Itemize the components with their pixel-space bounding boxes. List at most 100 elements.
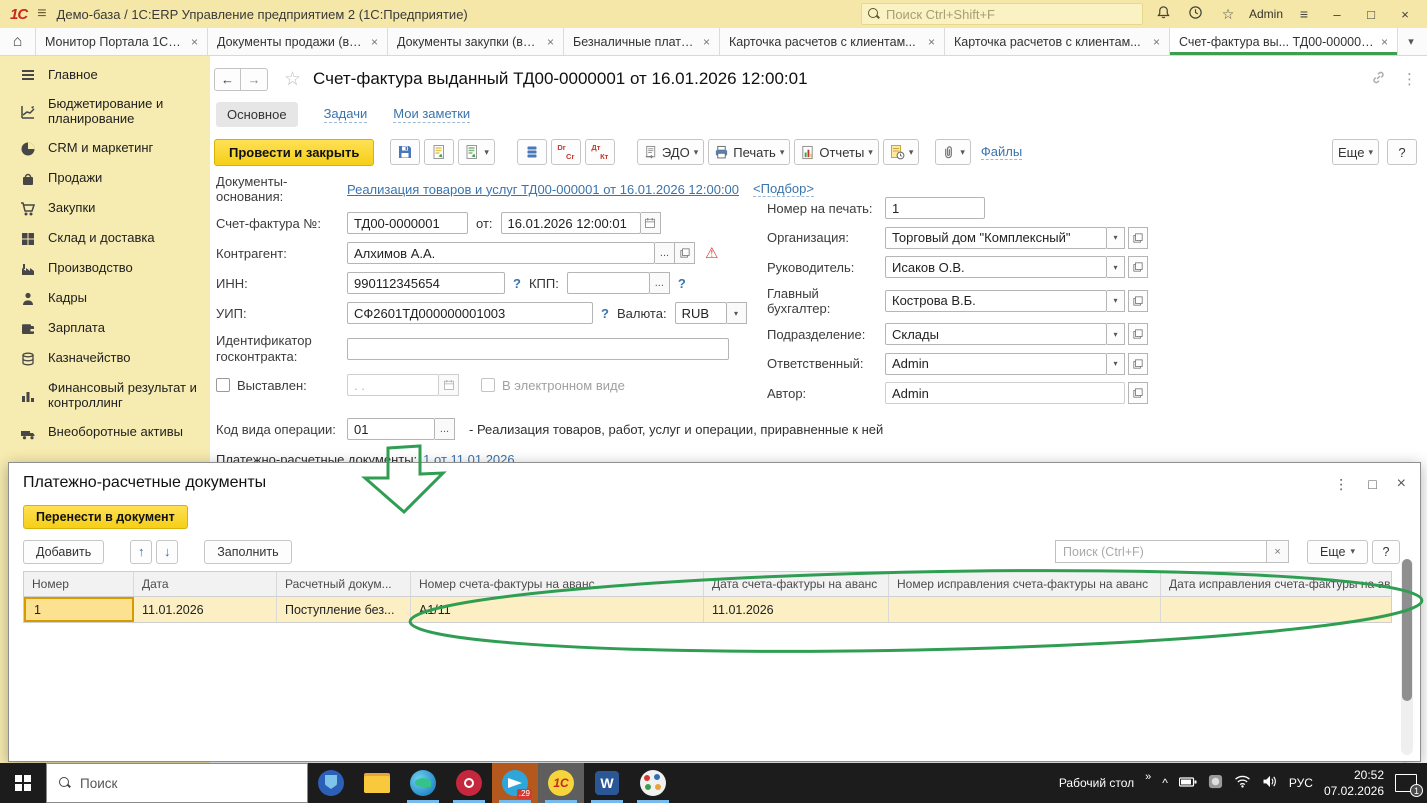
popup-maximize-icon[interactable]: □	[1368, 476, 1376, 492]
inn-help-icon[interactable]: ?	[513, 276, 521, 291]
taskbar-app-edge[interactable]	[400, 763, 446, 803]
registers-button[interactable]	[516, 139, 547, 165]
open-icon[interactable]	[1128, 382, 1148, 404]
sidebar-item-production[interactable]: Производство	[0, 254, 210, 284]
attachments-button[interactable]: ▾	[935, 139, 971, 165]
maximize-button[interactable]: □	[1359, 7, 1383, 22]
close-icon[interactable]: ×	[371, 35, 378, 49]
move-down-button[interactable]: ↓	[156, 539, 179, 564]
dtkt-movements-button[interactable]: Дт Кт	[584, 139, 615, 165]
files-link[interactable]: Файлы	[980, 144, 1023, 160]
add-button[interactable]: Добавить	[23, 539, 105, 564]
col-advance-invoice-date[interactable]: Дата счета-фактуры на аванс	[704, 572, 889, 597]
invoice-number-input[interactable]	[347, 212, 468, 234]
document-history-button[interactable]: ▾	[882, 139, 920, 165]
sidebar-item-purchases[interactable]: Закупки	[0, 194, 210, 224]
close-icon[interactable]: ×	[1381, 35, 1388, 49]
sidebar-item-hr[interactable]: Кадры	[0, 284, 210, 314]
basis-pick-link[interactable]: <Подбор>	[753, 181, 814, 197]
desktop-toolbar-label[interactable]: Рабочий стол	[1059, 776, 1134, 790]
cell-date[interactable]: 11.01.2026	[134, 597, 277, 622]
kpp-input[interactable]	[566, 272, 650, 294]
responsible-input[interactable]	[885, 352, 1107, 375]
cell-number[interactable]: 1	[24, 597, 134, 622]
fill-button[interactable]: Заполнить	[204, 539, 292, 564]
cell-advance-invoice-date[interactable]: 11.01.2026	[704, 597, 889, 622]
help-button[interactable]: ?	[1387, 139, 1417, 165]
popup-search[interactable]: ×	[1055, 540, 1290, 563]
tab-main-section[interactable]: Основное	[216, 102, 298, 127]
form-more-icon[interactable]: ⋮	[1402, 70, 1417, 88]
drcr-movements-button[interactable]: Dr Cr	[550, 139, 581, 165]
taskbar-search[interactable]	[46, 763, 308, 803]
close-icon[interactable]: ×	[1153, 35, 1160, 49]
clock[interactable]: 20:52 07.02.2026	[1324, 767, 1384, 799]
accountant-input[interactable]	[885, 289, 1107, 312]
history-icon[interactable]	[1185, 5, 1207, 23]
sidebar-item-main[interactable]: Главное	[0, 60, 210, 90]
toolbar-overflow-icon[interactable]: »	[1145, 771, 1151, 783]
notifications-bell-icon[interactable]	[1153, 5, 1175, 23]
open-icon[interactable]	[1128, 226, 1148, 249]
dropdown-icon[interactable]: ▾	[1107, 256, 1125, 278]
issued-date-input[interactable]	[347, 374, 439, 396]
edo-button[interactable]: ЭДО ▾	[636, 139, 705, 165]
cell-settlement-doc[interactable]: Поступление без...	[277, 597, 411, 622]
main-menu-icon[interactable]: ≡	[37, 6, 46, 22]
reports-button[interactable]: Отчеты ▾	[794, 139, 879, 165]
sidebar-item-budgeting[interactable]: Бюджетирование и планирование	[0, 90, 210, 134]
taskbar-app-telegram[interactable]: .29	[492, 763, 538, 803]
hidden-icons-chevron[interactable]: ^	[1162, 776, 1168, 790]
issued-checkbox[interactable]	[216, 378, 230, 392]
basis-document-link[interactable]: Реализация товаров и услуг ТД00-000001 о…	[347, 182, 739, 197]
taskbar-app-media[interactable]	[446, 763, 492, 803]
table-scrollbar[interactable]: ▾	[1401, 559, 1413, 769]
cell-correction-date[interactable]	[1161, 597, 1391, 622]
uip-help-icon[interactable]: ?	[601, 306, 609, 321]
open-icon[interactable]	[675, 242, 695, 264]
post-and-close-button[interactable]: Провести и закрыть	[214, 138, 375, 166]
sidebar-item-treasury[interactable]: Казначейство	[0, 344, 210, 374]
head-input[interactable]	[885, 256, 1107, 278]
close-icon[interactable]: ×	[191, 35, 198, 49]
tab-my-notes[interactable]: Мои заметки	[393, 106, 471, 123]
col-number[interactable]: Номер	[24, 572, 134, 597]
close-icon[interactable]: ×	[703, 35, 710, 49]
choose-button[interactable]: ...	[649, 272, 670, 294]
transfer-to-document-button[interactable]: Перенести в документ	[23, 505, 188, 529]
clear-search-icon[interactable]: ×	[1267, 540, 1290, 563]
popup-search-input[interactable]	[1055, 540, 1268, 563]
tab-monitor-its[interactable]: Монитор Портала 1С:ИТС ×	[36, 28, 208, 55]
sidebar-item-salary[interactable]: Зарплата	[0, 314, 210, 344]
tab-invoice-active[interactable]: Счет-фактура вы... ТД00-0000001 ×	[1170, 28, 1398, 55]
invoice-date-input[interactable]	[500, 212, 641, 234]
tray-app-icon[interactable]	[1208, 774, 1223, 792]
popup-more-button[interactable]: Еще ▾	[1307, 539, 1368, 564]
col-advance-invoice-number[interactable]: Номер счета-фактуры на аванс	[411, 572, 704, 597]
open-icon[interactable]	[1128, 323, 1148, 345]
close-icon[interactable]: ×	[547, 35, 554, 49]
gov-contract-input[interactable]	[347, 338, 729, 360]
counterparty-input[interactable]	[347, 242, 655, 264]
service-menu-icon[interactable]: ≡	[1293, 6, 1315, 22]
operation-code-input[interactable]	[347, 418, 435, 440]
choose-button[interactable]: ...	[435, 418, 455, 440]
taskbar-app-explorer[interactable]	[354, 763, 400, 803]
tabs-overflow-icon[interactable]: ▾	[1398, 28, 1424, 55]
favorites-star-icon[interactable]: ☆	[1217, 6, 1239, 23]
tab-sales-docs[interactable]: Документы продажи (все) ×	[208, 28, 388, 55]
favorite-star-icon[interactable]: ☆	[284, 68, 301, 91]
action-center-icon[interactable]: 1	[1395, 774, 1423, 797]
tab-client-card-2[interactable]: Карточка расчетов с клиентам... ×	[945, 28, 1170, 55]
sidebar-item-noncurrent-assets[interactable]: Внеоборотные активы	[0, 418, 210, 448]
calendar-icon[interactable]	[640, 212, 661, 234]
taskbar-app-word[interactable]: W	[584, 763, 630, 803]
popup-close-icon[interactable]: ×	[1397, 475, 1406, 493]
author-input[interactable]	[885, 382, 1125, 404]
battery-icon[interactable]	[1178, 776, 1197, 791]
electronic-checkbox[interactable]	[481, 378, 495, 392]
post-document-button[interactable]	[424, 139, 455, 165]
sidebar-item-financial-result[interactable]: Финансовый результат и контроллинг	[0, 374, 210, 418]
dropdown-icon[interactable]: ▾	[1107, 323, 1125, 345]
open-icon[interactable]	[1128, 352, 1148, 375]
